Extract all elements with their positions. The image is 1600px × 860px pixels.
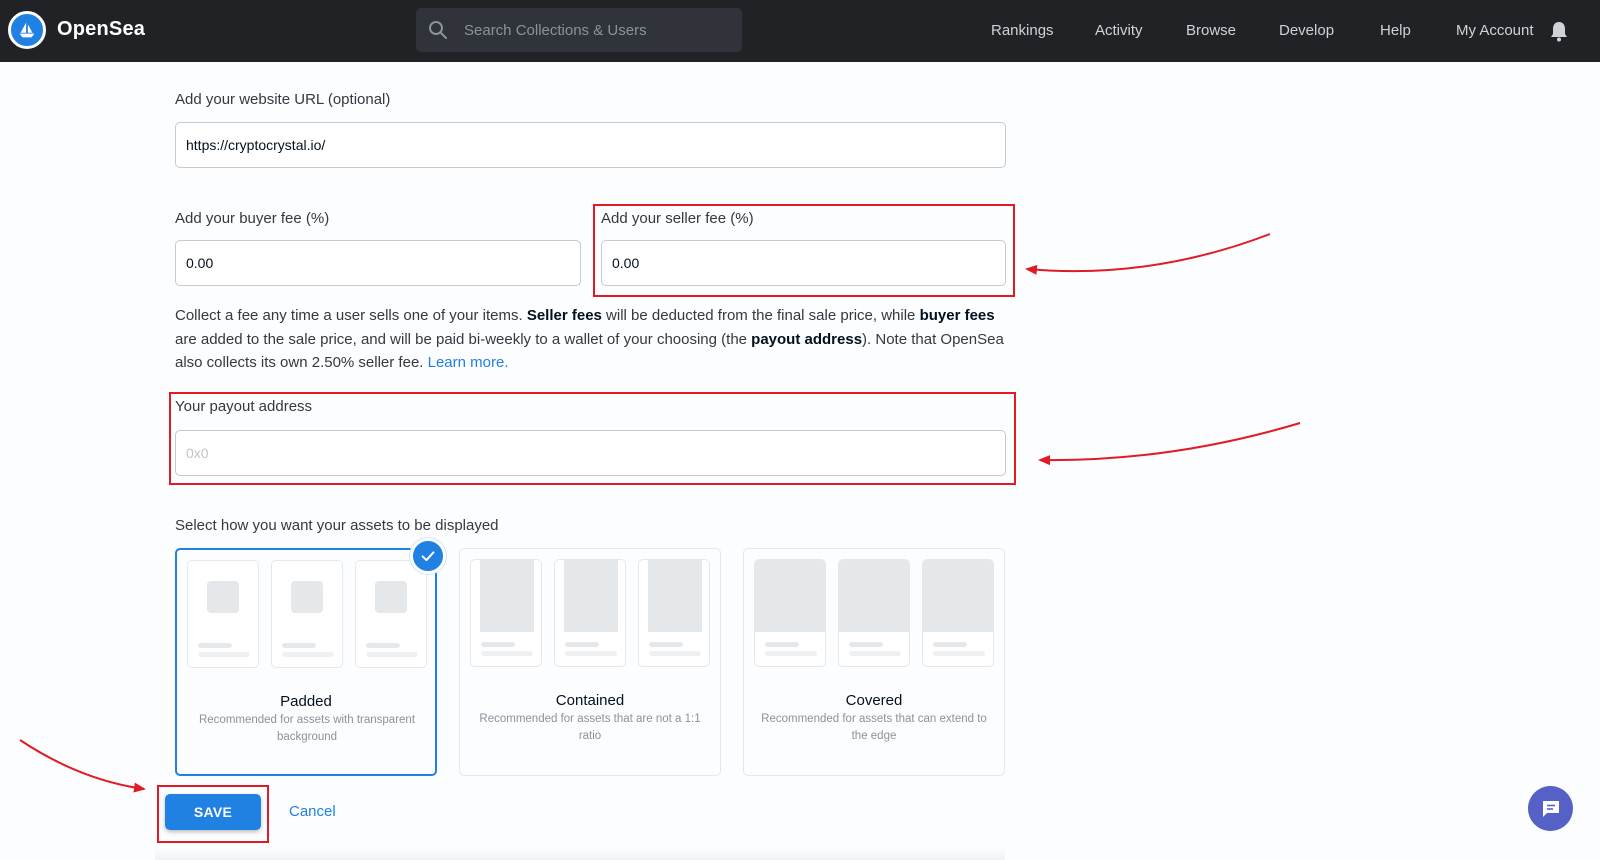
fee-description: Collect a fee any time a user sells one … xyxy=(175,307,1004,371)
preview-tile xyxy=(554,559,626,667)
arrow-to-seller-fee xyxy=(1025,233,1271,275)
nav-rankings[interactable]: Rankings xyxy=(991,22,1054,39)
option-description: Recommended for assets that are not a 1:… xyxy=(479,713,701,742)
payout-address-input[interactable] xyxy=(175,430,1006,476)
preview-tile xyxy=(271,560,343,668)
option-description: Recommended for assets that can extend t… xyxy=(761,713,987,742)
page-bottom-edge xyxy=(155,848,1005,860)
arrow-to-save-button xyxy=(19,739,146,793)
preview-tile xyxy=(922,559,994,667)
search-icon xyxy=(429,21,447,39)
option-title: Padded xyxy=(280,693,332,710)
opensea-logo-icon[interactable] xyxy=(8,11,46,49)
preview-tile xyxy=(754,559,826,667)
display-options-label: Select how you want your assets to be di… xyxy=(175,517,499,534)
nav-activity[interactable]: Activity xyxy=(1095,22,1143,39)
save-button[interactable]: SAVE xyxy=(165,794,261,830)
buyer-fee-label: Add your buyer fee (%) xyxy=(175,210,330,227)
search-bar[interactable] xyxy=(416,8,742,52)
arrow-to-payout-address xyxy=(1038,422,1301,466)
display-option-contained[interactable]: Contained Recommended for assets that ar… xyxy=(459,548,721,776)
preview-tile xyxy=(187,560,259,668)
nav-develop[interactable]: Develop xyxy=(1279,22,1334,39)
bell-icon[interactable] xyxy=(1549,20,1569,42)
top-nav-bar: OpenSea Rankings Activity Browse Develop… xyxy=(0,0,1600,62)
learn-more-link[interactable]: Learn more. xyxy=(428,354,509,371)
option-description: Recommended for assets with transparent … xyxy=(198,714,416,743)
seller-fee-label: Add your seller fee (%) xyxy=(601,210,754,227)
brand-name[interactable]: OpenSea xyxy=(57,18,145,41)
preview-tile xyxy=(355,560,427,668)
preview-tile xyxy=(838,559,910,667)
website-url-label: Add your website URL (optional) xyxy=(175,91,391,108)
chat-support-button[interactable] xyxy=(1528,786,1573,831)
nav-browse[interactable]: Browse xyxy=(1186,22,1236,39)
chat-icon xyxy=(1542,800,1559,817)
selected-check-badge xyxy=(410,538,446,574)
website-url-input[interactable] xyxy=(175,122,1006,168)
payout-address-label: Your payout address xyxy=(175,398,313,415)
search-input[interactable] xyxy=(464,8,734,52)
display-option-padded[interactable]: Padded Recommended for assets with trans… xyxy=(175,548,437,776)
nav-my-account[interactable]: My Account xyxy=(1456,22,1534,39)
cancel-button[interactable]: Cancel xyxy=(289,803,336,820)
preview-tile xyxy=(638,559,710,667)
display-option-covered[interactable]: Covered Recommended for assets that can … xyxy=(743,548,1005,776)
preview-tile xyxy=(470,559,542,667)
check-icon xyxy=(421,551,435,562)
buyer-fee-input[interactable] xyxy=(175,240,581,286)
nav-help[interactable]: Help xyxy=(1380,22,1411,39)
option-title: Covered xyxy=(845,692,903,709)
seller-fee-input[interactable] xyxy=(601,240,1006,286)
option-title: Contained xyxy=(555,692,625,709)
ship-icon xyxy=(19,22,35,38)
